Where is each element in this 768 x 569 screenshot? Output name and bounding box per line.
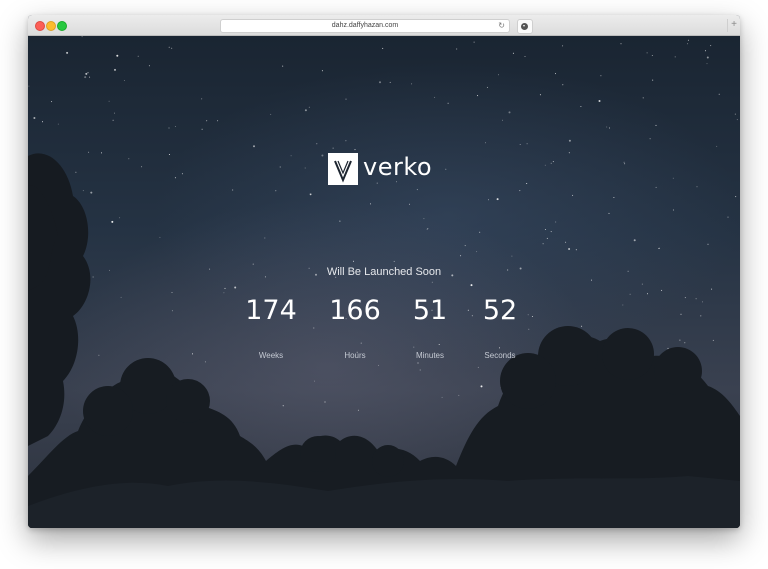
brand-name: verko <box>363 153 433 181</box>
countdown-label: Weeks <box>258 351 284 360</box>
download-icon[interactable] <box>517 19 533 34</box>
countdown-label: Minutes <box>415 351 444 360</box>
verko-logo-icon <box>328 153 358 185</box>
new-tab-icon[interactable]: + <box>727 19 740 32</box>
page-content: verko Will Be Launched Soon 174 Weeks 16… <box>28 36 740 528</box>
countdown-value: 166 <box>329 295 381 326</box>
address-text: dahz.daffyhazan.com <box>331 22 399 29</box>
countdown-value: 52 <box>482 295 518 326</box>
minimize-dot-icon[interactable] <box>46 21 56 31</box>
countdown-seconds: 52 Seconds <box>460 294 540 360</box>
tree-silhouette <box>28 153 740 528</box>
countdown-value: 51 <box>412 295 448 326</box>
browser-window: dahz.daffyhazan.com ↻ + verko Will Be La… <box>28 15 740 528</box>
launch-subtitle: Will Be Launched Soon <box>326 266 442 278</box>
countdown-minutes: 51 Minutes <box>390 294 470 360</box>
countdown-label: Hours <box>344 351 366 360</box>
maximize-dot-icon[interactable] <box>57 21 67 31</box>
close-dot-icon[interactable] <box>35 21 45 31</box>
browser-titlebar: dahz.daffyhazan.com ↻ + <box>28 15 740 36</box>
address-bar[interactable]: dahz.daffyhazan.com ↻ <box>220 19 510 33</box>
reload-icon[interactable]: ↻ <box>498 20 505 32</box>
countdown-value: 174 <box>245 295 297 326</box>
countdown-hours: 166 Hours <box>315 294 395 360</box>
countdown-label: Seconds <box>484 351 516 360</box>
countdown-weeks: 174 Weeks <box>231 294 311 360</box>
